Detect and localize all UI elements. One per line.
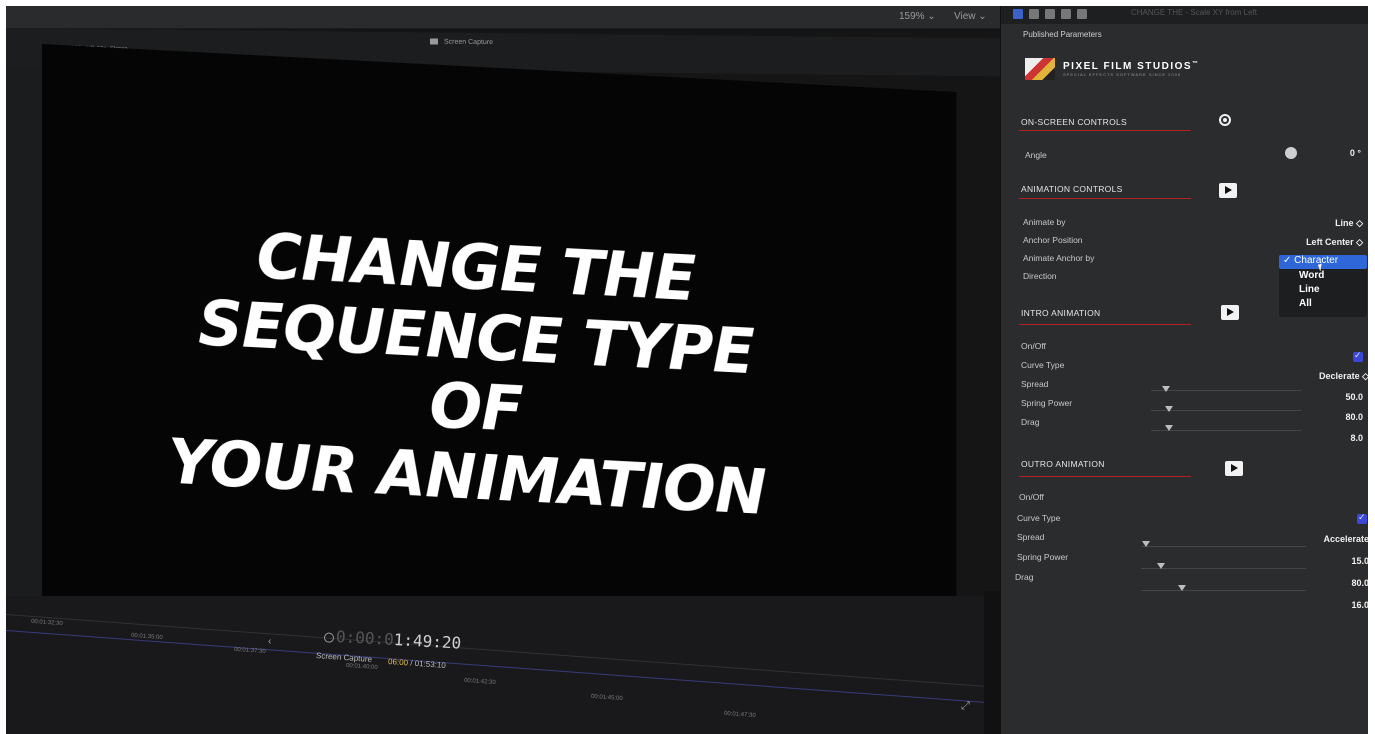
slider-knob[interactable]	[1141, 541, 1150, 547]
timeline[interactable]: 00:01:32:30 00:01:35:00 00:01:37:30 00:0…	[6, 596, 996, 734]
brand-logo: PIXEL FILM STUDIOS™ SPECIAL EFFECTS SOFT…	[1025, 58, 1200, 80]
fullscreen-icon[interactable]: ⤢	[961, 700, 970, 713]
ruler-tick: 00:01:45:00	[590, 693, 623, 703]
ruler-tick: 00:01:32:30	[30, 618, 63, 628]
info-icon[interactable]	[1077, 9, 1087, 19]
intro-curve-select[interactable]: Declerate ◇	[1281, 371, 1368, 382]
viewer-title: Screen Capture	[430, 38, 493, 46]
clip-title: CHANGE THE - Scale XY from Left	[1131, 8, 1257, 17]
outro-drag-label: Drag	[1015, 572, 1034, 582]
intro-animation-heading: INTRO ANIMATION	[1021, 308, 1101, 318]
slider-knob[interactable]	[1165, 425, 1173, 431]
track-line	[6, 630, 994, 704]
section-underline	[1019, 476, 1191, 477]
outro-spring-value[interactable]: 80.0	[1311, 578, 1368, 588]
panel-divider	[984, 591, 1000, 734]
ruler-tick: 00:01:47:30	[723, 710, 756, 720]
clock-icon	[323, 631, 335, 643]
dropdown-option[interactable]: Word	[1299, 270, 1324, 281]
outro-onoff-label: On/Off	[1019, 492, 1044, 502]
intro-play-icon[interactable]	[1221, 305, 1239, 320]
outro-spring-slider[interactable]	[1141, 568, 1306, 569]
outro-curve-select[interactable]: Accelerate	[1291, 534, 1368, 544]
ruler-tick: 00:01:37:30	[233, 646, 266, 656]
ruler-tick: 00:01:40:00	[345, 662, 378, 672]
intro-drag-label: Drag	[1021, 417, 1040, 427]
browser-edge	[6, 66, 42, 606]
video-inspector-icon[interactable]	[1013, 9, 1023, 19]
outro-spring-label: Spring Power	[1017, 552, 1069, 562]
slider-knob[interactable]	[1162, 386, 1170, 392]
intro-curve-label: Curve Type	[1021, 360, 1065, 370]
intro-drag-value[interactable]: 8.0	[1301, 433, 1363, 443]
intro-spread-label: Spread	[1021, 379, 1049, 389]
animate-anchor-label: Animate Anchor by	[1023, 253, 1095, 263]
film-inspector-icon[interactable]	[1045, 9, 1055, 19]
section-underline	[1019, 324, 1191, 325]
anchor-position-label: Anchor Position	[1023, 235, 1083, 245]
logo-tagline: SPECIAL EFFECTS SOFTWARE SINCE 2006	[1063, 72, 1182, 77]
animation-play-icon[interactable]	[1219, 183, 1237, 198]
inspector-panel: CHANGE THE - Scale XY from Left Publishe…	[1000, 6, 1368, 734]
section-underline	[1019, 130, 1191, 131]
logo-name: PIXEL FILM STUDIOS	[1063, 61, 1193, 72]
app-window: 159% ⌄ View ⌄ 1080p HD 60p, Stereo Scree…	[6, 6, 1368, 734]
slider-knob[interactable]	[1156, 563, 1165, 569]
viewer-toolbar: 159% ⌄ View ⌄	[6, 6, 1006, 29]
section-underline	[1019, 198, 1191, 199]
filter-icon[interactable]	[1061, 9, 1071, 19]
outro-curve-label: Curve Type	[1017, 513, 1061, 523]
animate-by-select[interactable]: Line ◇	[1281, 218, 1363, 229]
outro-play-icon[interactable]	[1225, 461, 1243, 476]
intro-spring-value[interactable]: 80.0	[1301, 412, 1363, 422]
intro-spread-slider[interactable]	[1151, 390, 1301, 391]
intro-drag-slider[interactable]	[1151, 430, 1301, 431]
animate-by-label: Animate by	[1023, 217, 1066, 227]
ruler-tick: 00:01:42:30	[463, 677, 496, 687]
anchor-position-select[interactable]: Left Center ◇	[1271, 237, 1363, 248]
intro-spring-label: Spring Power	[1021, 398, 1073, 408]
dropdown-option[interactable]: Line	[1299, 284, 1320, 295]
intro-spread-value[interactable]: 50.0	[1301, 392, 1363, 402]
outro-animation-heading: OUTRO ANIMATION	[1021, 459, 1105, 469]
slider-knob[interactable]	[1178, 585, 1187, 591]
logo-mark-icon	[1025, 58, 1055, 80]
outro-spread-slider[interactable]	[1141, 546, 1306, 547]
clip-icon	[430, 38, 438, 45]
headline-text: CHANGE THE SEQUENCE TYPE OF YOUR ANIMATI…	[156, 216, 796, 530]
outro-spread-label: Spread	[1017, 532, 1045, 542]
outro-onoff-checkbox[interactable]	[1357, 512, 1367, 524]
zoom-menu[interactable]: 159% ⌄	[899, 11, 936, 22]
angle-dial[interactable]	[1285, 147, 1297, 159]
intro-onoff-checkbox[interactable]	[1353, 350, 1363, 362]
outro-drag-slider[interactable]	[1141, 590, 1306, 591]
onscreen-controls-heading: ON-SCREEN CONTROLS	[1021, 117, 1127, 127]
view-menu[interactable]: View ⌄	[954, 11, 987, 22]
outro-spread-value[interactable]: 15.0	[1311, 556, 1368, 566]
dropdown-option[interactable]: All	[1299, 298, 1312, 309]
angle-value[interactable]: 0 °	[1331, 148, 1361, 158]
animation-controls-heading: ANIMATION CONTROLS	[1021, 184, 1123, 194]
angle-label: Angle	[1025, 150, 1047, 160]
text-inspector-icon[interactable]	[1029, 9, 1039, 19]
inspector-toolbar: CHANGE THE - Scale XY from Left	[1001, 6, 1368, 24]
outro-drag-value[interactable]: 16.0	[1311, 600, 1368, 610]
duration-readout: 06:00 / 01:53:10	[387, 656, 447, 671]
intro-spring-slider[interactable]	[1151, 410, 1301, 411]
back-chevron-icon[interactable]: ‹	[268, 636, 271, 647]
onscreen-target-icon[interactable]	[1219, 114, 1231, 126]
intro-onoff-label: On/Off	[1021, 341, 1046, 351]
timecode-display[interactable]: 0:00:01:49:20	[323, 626, 462, 653]
animate-anchor-dropdown[interactable]: ✓ Character Word Line All	[1279, 255, 1367, 317]
timeline-clip-name: Screen Capture	[315, 651, 373, 664]
ruler-line	[6, 614, 994, 688]
slider-knob[interactable]	[1165, 406, 1173, 412]
direction-label: Direction	[1023, 271, 1057, 281]
published-parameters-label: Published Parameters	[1023, 30, 1102, 39]
